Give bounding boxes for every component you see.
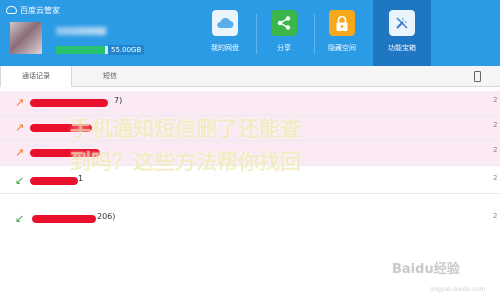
app-brand: 百度云管家 [6, 4, 60, 16]
tab-bar: 通话记录 短信 [0, 66, 500, 87]
table-row[interactable]: ↙ 206) 2 [0, 207, 500, 232]
redacted-contact [32, 215, 96, 223]
baidu-cloud-logo-icon [6, 6, 17, 14]
share-icon [271, 10, 297, 36]
nav-label: 隐藏空间 [328, 44, 356, 52]
baidu-watermark: Baidu经验 [392, 262, 460, 277]
tools-icon [389, 10, 415, 36]
overlay-title-line2: 到吗？这些方法帮你找回 [70, 150, 301, 174]
lock-icon [329, 10, 355, 36]
nav-share[interactable]: 分享 [257, 0, 311, 66]
outgoing-call-icon: ↗ [15, 96, 25, 109]
outgoing-call-icon: ↗ [15, 121, 25, 134]
phone-icon[interactable] [474, 71, 481, 82]
storage-progress-fill [56, 46, 106, 54]
nav-toolbox[interactable]: 功能宝箱 [373, 0, 431, 66]
storage-text: 55.00GB [108, 45, 145, 55]
tab-sms[interactable]: 短信 [72, 66, 148, 87]
cloud-icon [212, 10, 238, 36]
outgoing-call-icon: ↗ [15, 146, 25, 159]
baidu-watermark-url: jingyan.baidu.com [430, 286, 486, 293]
incoming-call-icon: ↙ [15, 212, 25, 225]
call-number-suffix: 7) [114, 96, 123, 105]
nav-my-netdisk[interactable]: 我的网盘 [198, 0, 252, 66]
call-number-suffix: 206) [97, 212, 116, 221]
redacted-contact [30, 177, 78, 185]
nav-hidden-space[interactable]: 隐藏空间 [315, 0, 369, 66]
nav-label: 分享 [277, 44, 291, 52]
avatar[interactable] [10, 22, 42, 54]
header-bar: 百度云管家 55.00GB 我的网盘 分享 隐藏空间 功能宝箱 [0, 0, 500, 66]
tab-call-log[interactable]: 通话记录 [0, 66, 72, 87]
blurred-username [56, 27, 106, 35]
overlay-title-line1: 手机通知短信删了还能查 [70, 117, 301, 141]
scrollbar[interactable] [494, 87, 500, 301]
incoming-call-icon: ↙ [15, 174, 25, 187]
storage-progress-bar [56, 46, 108, 54]
nav-label: 我的网盘 [211, 44, 239, 52]
app-title: 百度云管家 [20, 5, 60, 15]
nav-label: 功能宝箱 [388, 44, 416, 52]
redacted-contact [30, 99, 108, 107]
